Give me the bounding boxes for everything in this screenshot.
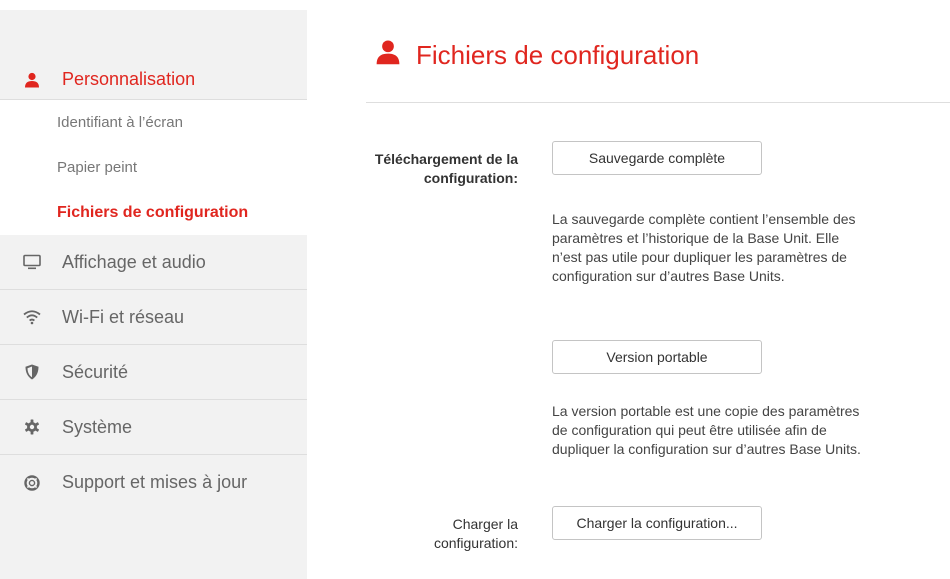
main-content: Fichiers de configuration Téléchargement… bbox=[366, 0, 950, 579]
sidebar-item-systeme[interactable]: Système bbox=[0, 400, 307, 455]
full-backup-description: La sauvegarde complète contient l’ensemb… bbox=[552, 211, 856, 284]
sidebar-section-personnalisation: Personnalisation Identifiant à l’écran P… bbox=[0, 10, 307, 235]
sidebar-item-support[interactable]: Support et mises à jour bbox=[0, 455, 307, 510]
full-backup-button[interactable]: Sauvegarde complète bbox=[552, 141, 762, 175]
upload-config-button[interactable]: Charger la configuration... bbox=[552, 506, 762, 540]
sidebar-subitem-papier-peint[interactable]: Papier peint bbox=[0, 145, 307, 190]
page-header: Fichiers de configuration bbox=[366, 0, 950, 103]
shield-icon bbox=[22, 362, 42, 382]
sidebar-item-label: Système bbox=[62, 416, 133, 437]
sidebar-item-wifi-reseau[interactable]: Wi-Fi et réseau bbox=[0, 290, 307, 345]
page-title: Fichiers de configuration bbox=[416, 40, 700, 70]
sidebar-item-label: Affichage et audio bbox=[62, 251, 206, 272]
sidebar-item-label: Wi-Fi et réseau bbox=[62, 306, 185, 327]
portable-version-description: La version portable est une copie des pa… bbox=[552, 403, 861, 457]
download-config-label: Téléchargement de la configuration: bbox=[374, 151, 518, 186]
sidebar-subitem-identifiant[interactable]: Identifiant à l’écran bbox=[0, 100, 307, 145]
wifi-icon bbox=[22, 307, 42, 327]
sidebar: Personnalisation Identifiant à l’écran P… bbox=[0, 10, 307, 579]
user-icon bbox=[22, 70, 42, 90]
portable-version-button[interactable]: Version portable bbox=[552, 340, 762, 374]
user-icon bbox=[374, 38, 402, 66]
sidebar-item-affichage-audio[interactable]: Affichage et audio bbox=[0, 235, 307, 290]
lifebuoy-icon bbox=[22, 473, 42, 493]
sidebar-item-label: Support et mises à jour bbox=[62, 472, 248, 492]
sidebar-subitem-fichiers-configuration[interactable]: Fichiers de configuration bbox=[0, 190, 307, 235]
sidebar-submenu: Identifiant à l’écran Papier peint Fichi… bbox=[0, 100, 307, 235]
upload-config-label: Charger la configuration: bbox=[433, 516, 518, 551]
sidebar-item-personnalisation[interactable]: Personnalisation bbox=[0, 10, 307, 100]
sidebar-item-label: Personnalisation bbox=[62, 69, 196, 89]
gear-icon bbox=[22, 417, 42, 437]
sidebar-item-label: Sécurité bbox=[62, 361, 129, 382]
monitor-icon bbox=[22, 252, 42, 272]
sidebar-item-securite[interactable]: Sécurité bbox=[0, 345, 307, 400]
